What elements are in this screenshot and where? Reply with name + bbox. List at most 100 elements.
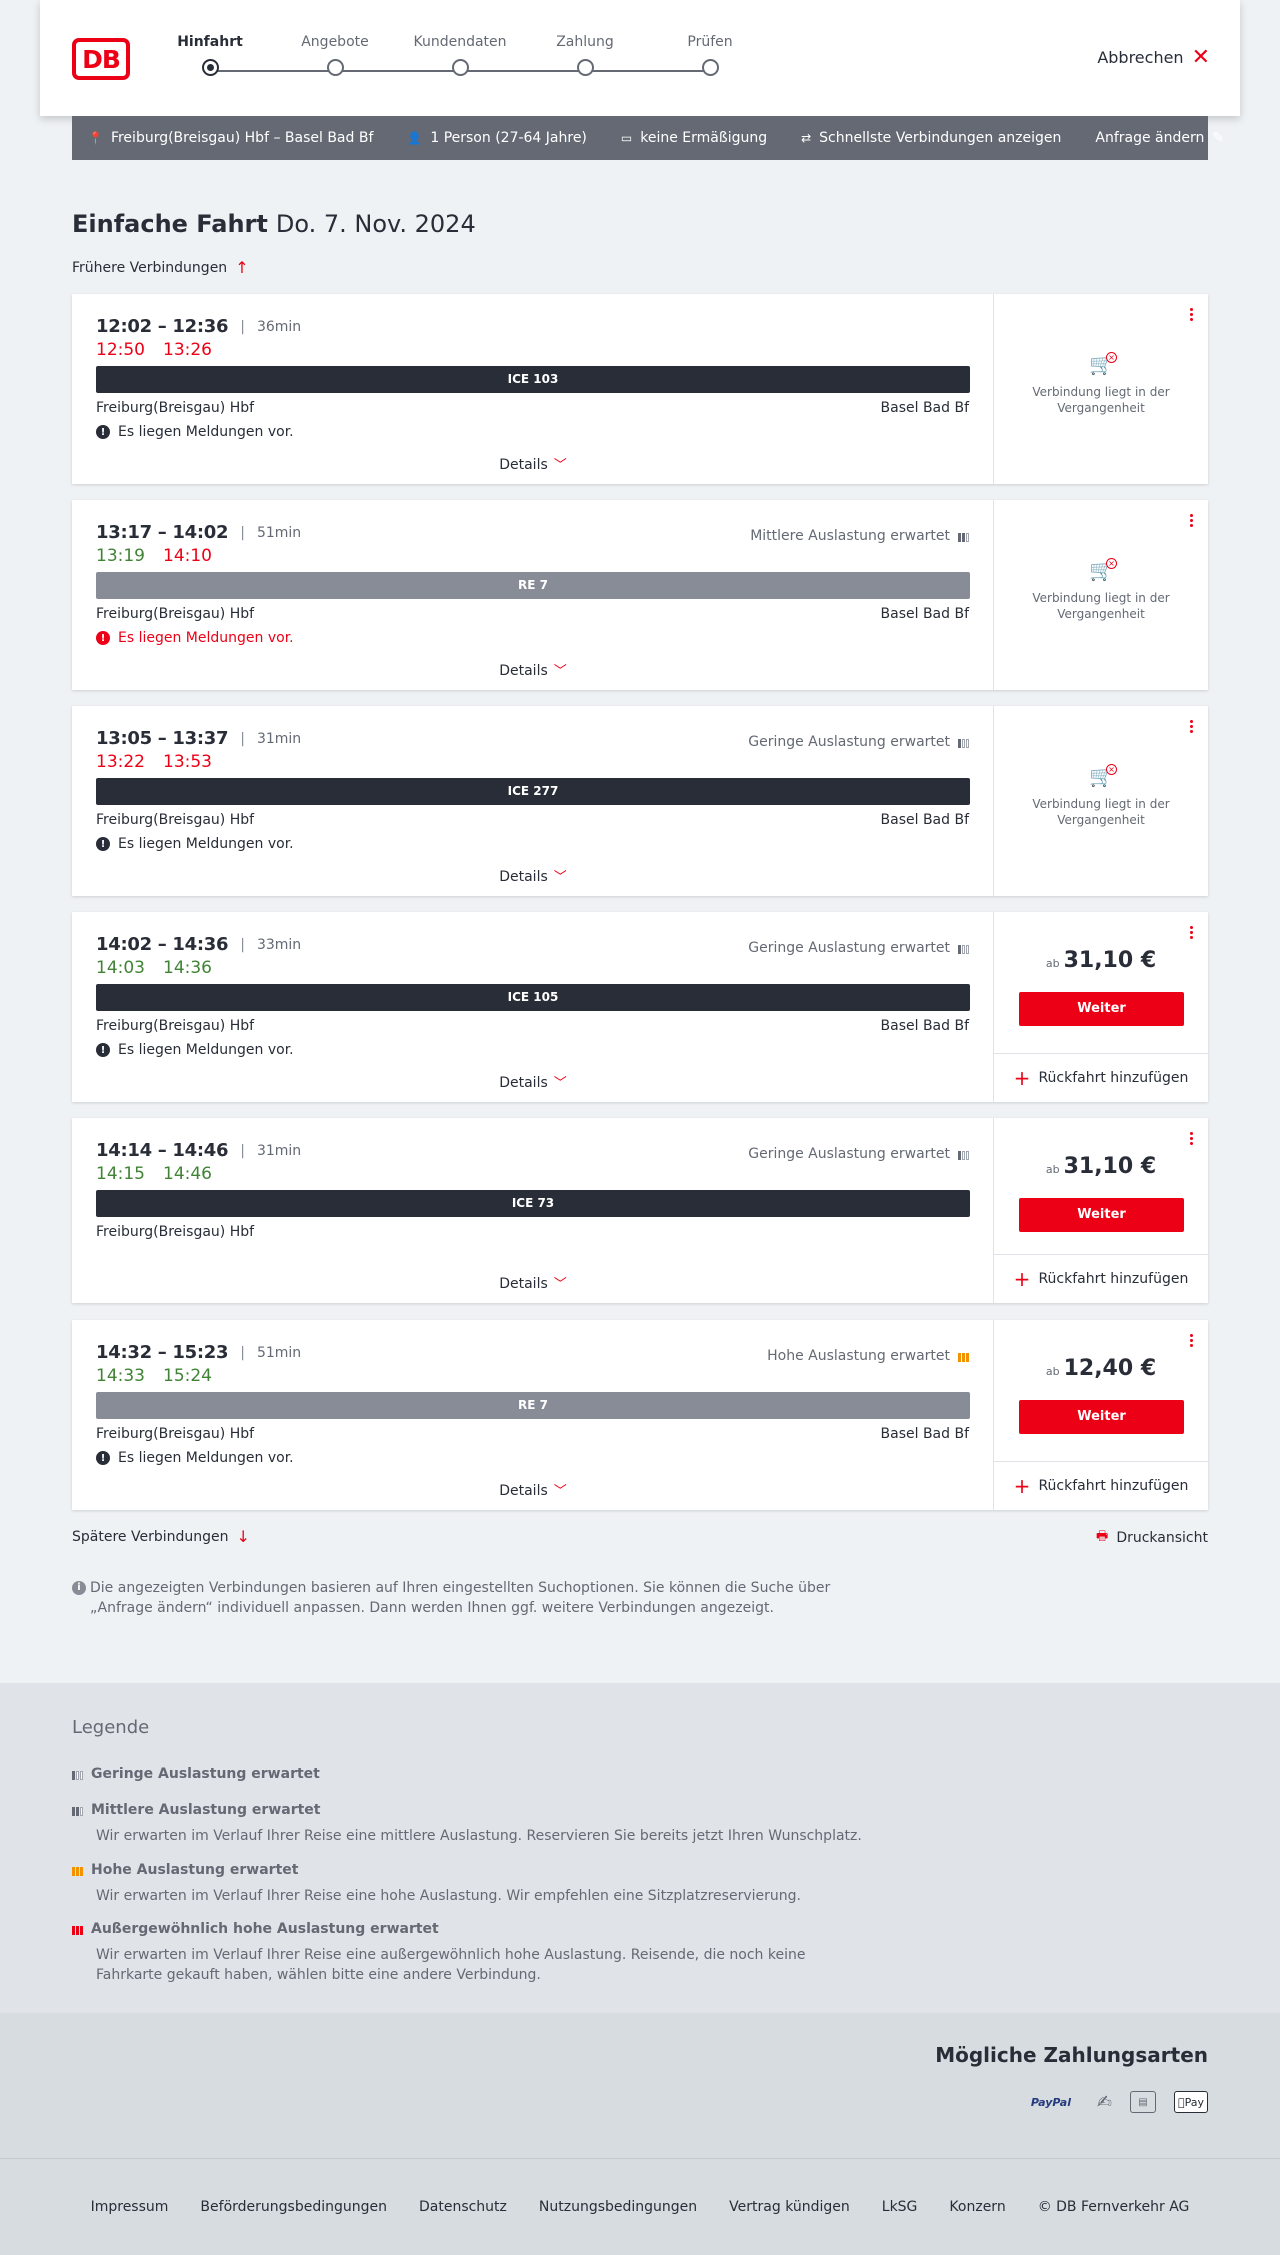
payment-icons: PayPal ✍ ▤ Pay bbox=[1023, 2091, 1208, 2113]
price: ab 12,40 € bbox=[994, 1356, 1208, 1381]
step-dot bbox=[451, 59, 469, 76]
person-icon: 👤 bbox=[407, 131, 423, 145]
sepa-icon: ▤ bbox=[1130, 2091, 1156, 2113]
footer-link-lksg[interactable]: LkSG bbox=[882, 2199, 918, 2215]
realtime-arrival: 13:53 bbox=[163, 752, 212, 772]
occupancy-indicator: Hohe Auslastung erwartet bbox=[767, 1348, 969, 1364]
continue-button[interactable]: Weiter bbox=[1019, 1400, 1184, 1434]
more-options-icon[interactable] bbox=[1190, 926, 1194, 939]
step-label: Prüfen bbox=[687, 34, 733, 50]
more-options-icon[interactable] bbox=[1190, 1334, 1194, 1347]
train-bar[interactable]: ICE 103 bbox=[96, 366, 970, 393]
scheduled-times: 13:05 – 13:37 | 31min bbox=[96, 728, 301, 749]
add-return-trip-button[interactable]: + Rückfahrt hinzufügen bbox=[994, 1254, 1208, 1303]
connection-card[interactable]: 14:14 – 14:46 | 31min 14:15 14:46 Geringe Aus… bbox=[72, 1118, 1208, 1303]
bahncard-icon: ▭ bbox=[620, 131, 633, 145]
arrival-station: Basel Bad Bf bbox=[880, 606, 969, 622]
footer-link-konzern[interactable]: Konzern bbox=[949, 2199, 1005, 2215]
connection-details: 14:32 – 15:23 | 51min 14:33 15:24 Hohe Auslas… bbox=[72, 1320, 994, 1510]
footer-link-datenschutz[interactable]: Datenschutz bbox=[419, 2199, 507, 2215]
details-toggle[interactable]: Details ﹀ bbox=[72, 866, 994, 885]
scheduled-times: 14:02 – 14:36 | 33min bbox=[96, 934, 301, 955]
details-toggle[interactable]: Details ﹀ bbox=[72, 1273, 994, 1292]
departure-station: Freiburg(Breisgau) Hbf bbox=[96, 606, 255, 622]
more-options-icon[interactable] bbox=[1190, 720, 1194, 733]
realtime-arrival: 13:26 bbox=[163, 340, 212, 360]
train-bar[interactable]: RE 7 bbox=[96, 1392, 970, 1419]
notice-message: ! Es liegen Meldungen vor. bbox=[96, 836, 294, 852]
price-prefix: ab bbox=[1045, 957, 1060, 970]
chevron-down-icon: ﹀ bbox=[553, 870, 567, 885]
footer-link-vertrag-kuendigen[interactable]: Vertrag kündigen bbox=[729, 2199, 850, 2215]
plus-icon: + bbox=[1013, 1066, 1031, 1090]
continue-button[interactable]: Weiter bbox=[1019, 1198, 1184, 1232]
exclamation-icon: ! bbox=[96, 837, 110, 851]
legend-item-low: Geringe Auslastung erwartet bbox=[72, 1766, 320, 1782]
connection-card[interactable]: 13:17 – 14:02 | 51min 13:19 14:10 Mittlere Au… bbox=[72, 500, 1208, 690]
divider: | bbox=[240, 1344, 245, 1361]
details-label: Details bbox=[499, 869, 548, 885]
details-toggle[interactable]: Details ﹀ bbox=[72, 454, 994, 473]
train-bar[interactable]: ICE 105 bbox=[96, 984, 970, 1011]
arrow-down-icon: ↓ bbox=[236, 1527, 250, 1546]
past-connection-notice: 🛒 × Verbindung liegt in der Vergangenheit bbox=[994, 764, 1208, 828]
details-toggle[interactable]: Details ﹀ bbox=[72, 1072, 994, 1091]
train-bar[interactable]: ICE 277 bbox=[96, 778, 970, 805]
continue-button[interactable]: Weiter bbox=[1019, 992, 1184, 1026]
connection-card[interactable]: 14:32 – 15:23 | 51min 14:33 15:24 Hohe Auslas… bbox=[72, 1320, 1208, 1510]
apple-pay-label: Pay bbox=[1181, 2095, 1204, 2109]
more-options-icon[interactable] bbox=[1190, 1132, 1194, 1145]
trip-type: Einfache Fahrt bbox=[72, 210, 268, 238]
time-range: 14:02 – 14:36 bbox=[96, 934, 229, 955]
occupancy-text: Mittlere Auslastung erwartet bbox=[750, 528, 950, 544]
route-summary[interactable]: 📍 Freiburg(Breisgau) Hbf – Basel Bad Bf bbox=[88, 130, 373, 146]
footer-link-impressum[interactable]: Impressum bbox=[91, 2199, 169, 2215]
discount-summary[interactable]: ▭ keine Ermäßigung bbox=[621, 130, 767, 146]
legend-item-medium: Mittlere Auslastung erwartet Wir erwarte… bbox=[72, 1802, 876, 1846]
fastest-text: Schnellste Verbindungen anzeigen bbox=[819, 130, 1062, 146]
earlier-connections-link[interactable]: Frühere Verbindungen ↑ bbox=[72, 258, 249, 277]
paypal-icon: PayPal bbox=[1030, 2095, 1071, 2109]
cancel-button[interactable]: Abbrechen ✕ bbox=[1097, 46, 1210, 68]
print-view-link[interactable]: 🖶 Druckansicht bbox=[1096, 1527, 1208, 1549]
add-return-trip-button[interactable]: + Rückfahrt hinzufügen bbox=[994, 1053, 1208, 1102]
details-label: Details bbox=[499, 1483, 548, 1499]
more-options-icon[interactable] bbox=[1190, 514, 1194, 527]
later-connections-link[interactable]: Spätere Verbindungen ↓ bbox=[72, 1527, 250, 1546]
change-request-button[interactable]: Anfrage ändern ✎ bbox=[1095, 130, 1224, 146]
db-logo[interactable]: DB bbox=[72, 38, 130, 80]
divider: | bbox=[240, 524, 245, 541]
connection-card[interactable]: 12:02 – 12:36 | 36min 12:50 13:26 ICE 103 Frei… bbox=[72, 294, 1208, 484]
connection-card[interactable]: 13:05 – 13:37 | 31min 13:22 13:53 Geringe Aus… bbox=[72, 706, 1208, 896]
divider: | bbox=[240, 936, 245, 953]
more-options-icon[interactable] bbox=[1190, 308, 1194, 321]
occupancy-text: Hohe Auslastung erwartet bbox=[767, 1348, 950, 1364]
occupancy-indicator: Mittlere Auslastung erwartet bbox=[750, 528, 969, 544]
persons-summary[interactable]: 👤 1 Person (27-64 Jahre) bbox=[407, 130, 587, 146]
plus-icon: + bbox=[1013, 1474, 1031, 1498]
exclamation-icon: ! bbox=[96, 631, 110, 645]
details-label: Details bbox=[499, 457, 548, 473]
realtime-departure: 14:33 bbox=[96, 1366, 145, 1386]
offer-panel: 🛒 × Verbindung liegt in der Vergangenheit bbox=[994, 706, 1208, 896]
arrival-station: Basel Bad Bf bbox=[880, 400, 969, 416]
realtime-times: 13:19 14:10 bbox=[96, 546, 230, 566]
connection-card[interactable]: 14:02 – 14:36 | 33min 14:03 14:36 Geringe Aus… bbox=[72, 912, 1208, 1102]
offer-panel: 🛒 × Verbindung liegt in der Vergangenheit bbox=[994, 294, 1208, 484]
offer-panel: ab 31,10 € Weiter + Rückfahrt hinzufügen bbox=[994, 1118, 1208, 1303]
step-label: Zahlung bbox=[556, 34, 614, 50]
train-bar[interactable]: RE 7 bbox=[96, 572, 970, 599]
add-return-trip-button[interactable]: + Rückfahrt hinzufügen bbox=[994, 1461, 1208, 1510]
legend-section: Legende Geringe Auslastung erwartet Mitt… bbox=[0, 1683, 1280, 2013]
footer-link-nutzungsbedingungen[interactable]: Nutzungsbedingungen bbox=[539, 2199, 697, 2215]
change-request-label: Anfrage ändern bbox=[1095, 130, 1205, 146]
time-range: 13:05 – 13:37 bbox=[96, 728, 229, 749]
footer-link-befoerderungsbedingungen[interactable]: Beförderungsbedingungen bbox=[200, 2199, 387, 2215]
exclamation-icon: ! bbox=[96, 425, 110, 439]
details-toggle[interactable]: Details ﹀ bbox=[72, 660, 994, 679]
chevron-down-icon: ﹀ bbox=[553, 1277, 567, 1292]
fastest-summary[interactable]: ⇄ Schnellste Verbindungen anzeigen bbox=[801, 130, 1061, 146]
details-toggle[interactable]: Details ﹀ bbox=[72, 1480, 994, 1499]
legend-item-desc: Wir erwarten im Verlauf Ihrer Reise eine… bbox=[96, 1828, 862, 1844]
train-bar[interactable]: ICE 73 bbox=[96, 1190, 970, 1217]
